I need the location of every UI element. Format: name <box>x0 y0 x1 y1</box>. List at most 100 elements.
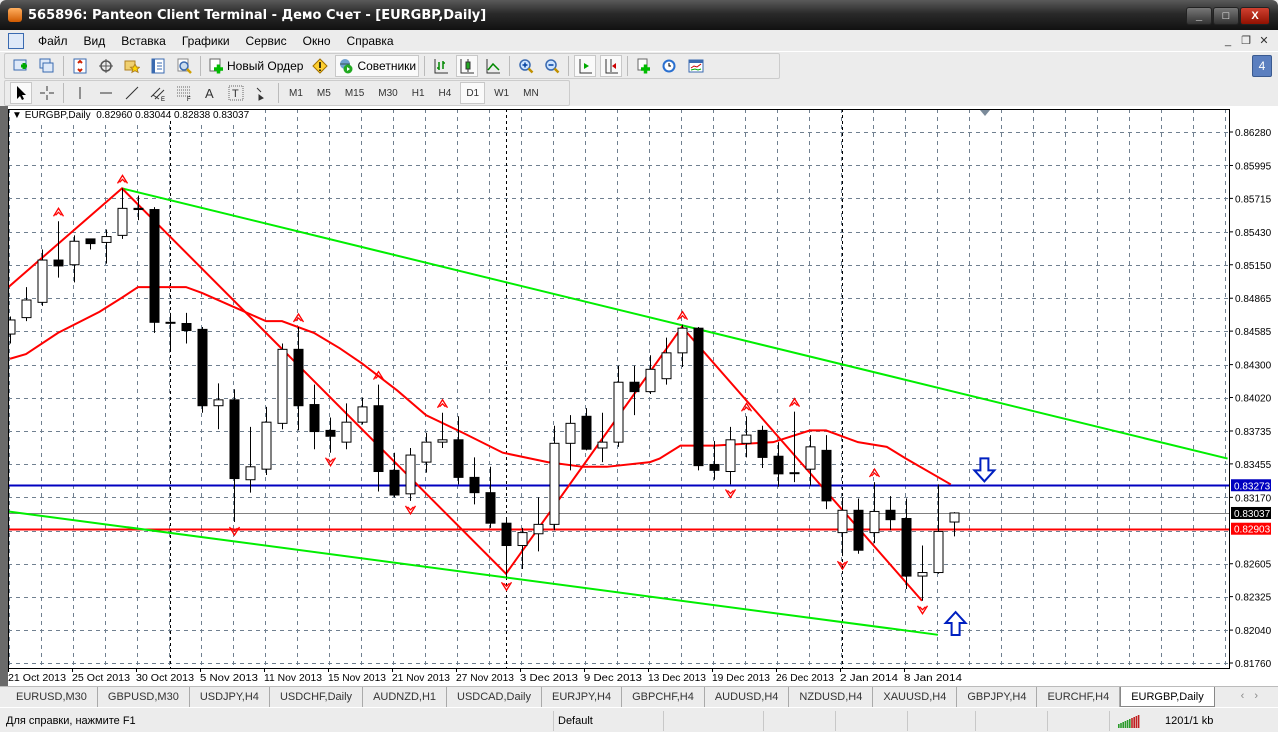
candle-body-bull <box>597 441 608 449</box>
candle-body-bear <box>325 429 336 437</box>
price-axis-label: 0.81760 <box>1235 659 1272 670</box>
candle-body-bear <box>197 328 208 407</box>
connection-status-icon[interactable] <box>1118 714 1142 728</box>
connection-bar <box>1131 718 1133 728</box>
price-axis-label: 0.82040 <box>1235 626 1272 637</box>
candle-body-bear <box>581 415 592 450</box>
chart-tab[interactable]: NZDUSD,H4 <box>789 687 874 707</box>
chart-tab[interactable]: EURUSD,M30 <box>6 687 98 707</box>
date-axis-label: 9 Dec 2013 <box>584 673 642 684</box>
price-axis-label: 0.85430 <box>1235 228 1272 239</box>
candle-body-bull <box>405 454 416 495</box>
connection-bar <box>1122 722 1124 728</box>
status-cell-empty <box>908 711 976 731</box>
candle-body-bull <box>245 466 256 481</box>
current-price-price-label: 0.83037 <box>1234 509 1271 520</box>
chart-tab[interactable]: AUDNZD,H1 <box>363 687 448 707</box>
price-axis-label: 0.83455 <box>1235 460 1272 471</box>
candle-body-bear <box>901 518 912 577</box>
candle-body-bear <box>181 322 192 332</box>
red-level-price-label: 0.82903 <box>1234 525 1271 536</box>
chart-tab[interactable]: GBPJPY,H4 <box>957 687 1038 707</box>
chart-header: ▼ EURGBP,Daily 0.82960 0.83044 0.82838 0… <box>12 110 253 121</box>
candle-body-bull <box>101 236 112 243</box>
candle-body-bear <box>309 404 320 433</box>
candle-body-bear <box>469 476 480 494</box>
candle-body-bear <box>693 327 704 467</box>
price-axis-label: 0.85715 <box>1235 194 1272 205</box>
candle-body-bull <box>165 321 176 324</box>
chart-tab[interactable]: USDJPY,H4 <box>190 687 270 707</box>
chart-tab[interactable]: USDCAD,Daily <box>447 687 542 707</box>
candle-body-bull <box>661 352 672 380</box>
connection-bar <box>1126 720 1129 728</box>
chart-tabs: EURUSD,M30 GBPUSD,M30 USDJPY,H4 USDCHF,Dail… <box>0 686 1278 707</box>
connection-bar <box>1124 721 1127 728</box>
tab-scroll-arrows[interactable]: ‹› <box>1241 690 1268 702</box>
price-axis-label: 0.84300 <box>1235 361 1272 372</box>
chart-symbol: EURGBP,Daily <box>24 110 91 121</box>
connection-bar <box>1129 719 1131 728</box>
date-axis-label: 8 Jan 2014 <box>904 673 962 684</box>
candle-body-bull <box>277 348 288 424</box>
price-axis-label: 0.85995 <box>1235 161 1272 172</box>
date-axis-label: 25 Oct 2013 <box>72 673 130 684</box>
candle <box>197 327 208 413</box>
candle-body-bull <box>341 421 352 443</box>
price-axis-label: 0.84865 <box>1235 294 1272 305</box>
connection-bar <box>1120 723 1122 728</box>
chart-tab[interactable]: AUDUSD,H4 <box>705 687 790 707</box>
chart-tab[interactable]: GBPCHF,H4 <box>622 687 705 707</box>
candle-body-bear <box>757 429 768 458</box>
chart-menu-triangle-icon[interactable]: ▼ <box>12 110 22 121</box>
date-axis-label: 2 Jan 2014 <box>840 673 898 684</box>
price-chart[interactable]: 0.86280 0.85995 0.85715 0.85430 0.85150 0.848… <box>0 0 1278 686</box>
candle <box>149 207 160 333</box>
candle-body-bear <box>773 455 784 475</box>
date-axis-label: 27 Nov 2013 <box>456 673 514 684</box>
candle-body-bear <box>821 449 832 502</box>
price-axis-label: 0.83170 <box>1235 493 1272 504</box>
connection-bar <box>1133 717 1135 728</box>
chart-tab[interactable]: EURJPY,H4 <box>542 687 623 707</box>
candle <box>693 327 704 471</box>
chart-tab[interactable]: EURGBP,Daily <box>1120 687 1215 707</box>
candle-body-bull <box>933 530 944 574</box>
price-axis-label: 0.82325 <box>1235 593 1272 604</box>
date-axis-label: 26 Dec 2013 <box>776 673 834 684</box>
candle <box>405 448 416 501</box>
chart-tab[interactable]: USDCHF,Daily <box>270 687 364 707</box>
chart-tab[interactable]: XAUUSD,H4 <box>873 687 958 707</box>
date-axis-label: 5 Nov 2013 <box>200 673 258 684</box>
candle-body-bull <box>117 207 128 236</box>
candle-body-bear <box>885 509 896 521</box>
candle-body-bear <box>501 522 512 547</box>
candle-body-bull <box>261 421 272 470</box>
candle-body-bear <box>485 492 496 524</box>
candle-body-bear <box>709 463 720 471</box>
price-axis-label: 0.82605 <box>1235 560 1272 571</box>
date-axis-label: 21 Oct 2013 <box>8 673 66 684</box>
status-cell-empty <box>836 711 908 731</box>
price-axis-label: 0.83735 <box>1235 427 1272 438</box>
status-cell-empty <box>976 711 1048 731</box>
status-help: Для справки, нажмите F1 <box>6 711 554 731</box>
candle-body-bear <box>629 381 640 393</box>
candle-body-bull <box>21 299 32 319</box>
price-axis-label: 0.85150 <box>1235 261 1272 272</box>
date-axis-label: 30 Oct 2013 <box>136 673 194 684</box>
status-cell-empty <box>764 711 836 731</box>
date-axis-label: 19 Dec 2013 <box>712 673 770 684</box>
price-axis-label: 0.86280 <box>1235 128 1272 139</box>
candle-body-bull <box>213 399 224 407</box>
date-axis-label: 11 Nov 2013 <box>264 673 322 684</box>
candle-body-bull <box>517 532 528 547</box>
date-axis-label: 21 Nov 2013 <box>392 673 450 684</box>
chart-tab[interactable]: EURCHF,H4 <box>1037 687 1121 707</box>
chart-tab[interactable]: GBPUSD,M30 <box>98 687 190 707</box>
candle-body-bull <box>533 523 544 535</box>
candle-body-bull <box>37 259 48 303</box>
candle-body-bull <box>789 472 800 475</box>
candle-body-bull <box>69 240 80 266</box>
candle-body-bull <box>837 509 848 534</box>
